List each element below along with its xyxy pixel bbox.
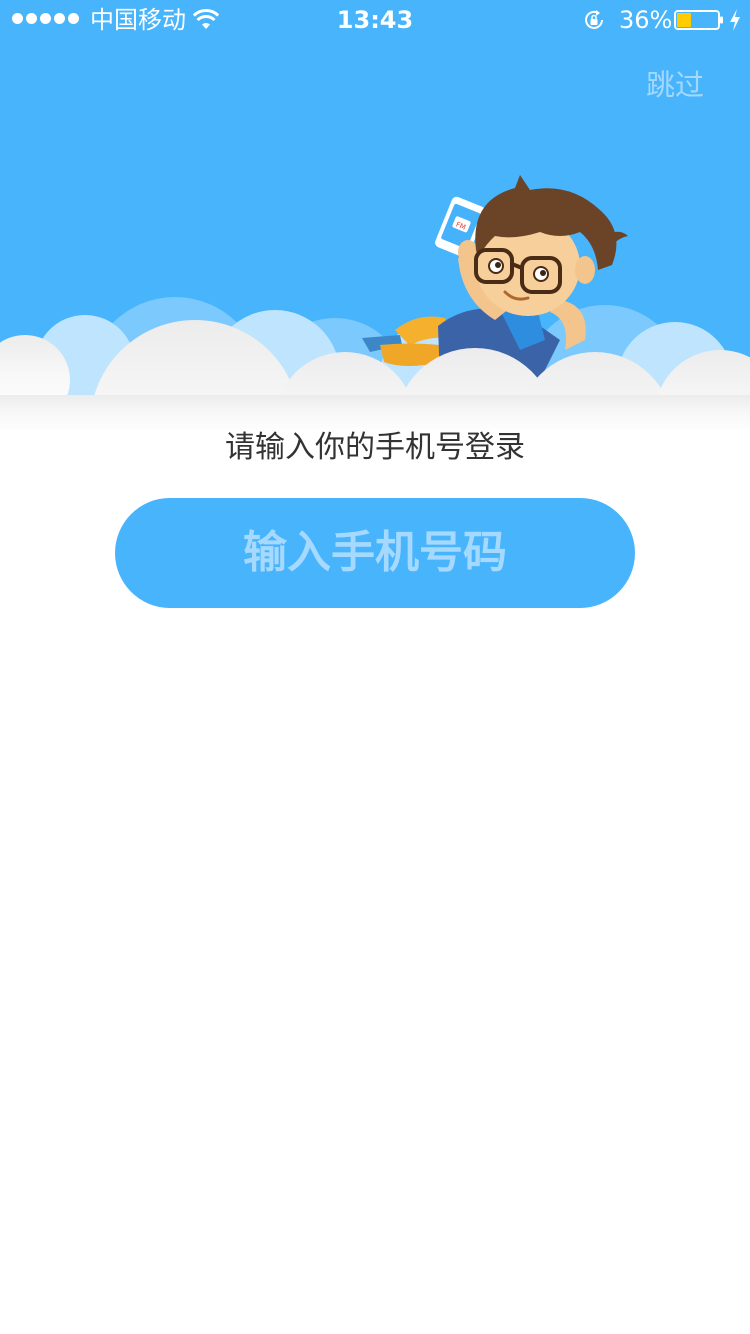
charging-bolt-icon [730, 9, 740, 31]
phone-number-button[interactable]: 输入手机号码 [115, 498, 635, 608]
status-bar: 中国移动 13:43 36% [0, 0, 750, 40]
skip-button[interactable]: 跳过 [640, 64, 710, 106]
login-prompt: 请输入你的手机号登录 [225, 430, 525, 465]
header-banner: 中国移动 13:43 36% 跳过 FM [0, 0, 750, 430]
rotation-lock-icon [585, 10, 603, 29]
login-screen: 中国移动 13:43 36% 跳过 FM 请输入你的手机号登录 输入手机号码 [0, 0, 750, 1334]
battery-icon [674, 10, 723, 30]
boy-on-cloud-illustration: FM [0, 175, 750, 430]
battery-percent: 36% [619, 6, 673, 34]
